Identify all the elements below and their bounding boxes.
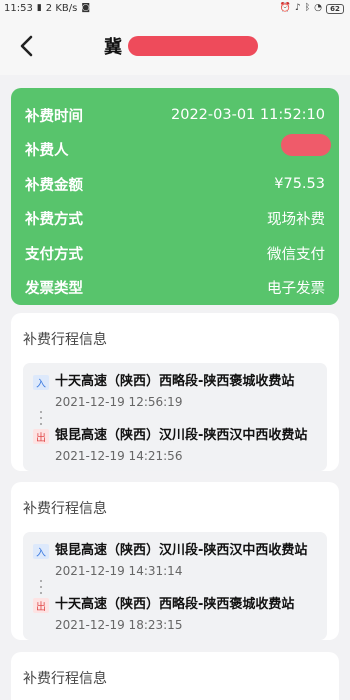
status-bar: 11:53 ▮ 2 KB/s ◙ ⏰ ♪ ᛒ ◔ 62 [0,0,350,17]
trip-route: 入 银昆高速（陕西）汉川段-陕西汉中西收费站 2021-12-19 14:31:… [23,532,327,640]
clock: 11:53 [4,3,33,14]
summary-row: 补费金额 ¥75.53 [25,167,325,202]
summary-row: 支付方式 微信支付 [25,236,325,271]
trip-card-title: 补费行程信息 [23,671,107,687]
trip-card-title: 补费行程信息 [23,501,107,517]
signal-icon: ▮ [36,3,42,13]
page-title: 冀 [104,37,123,58]
trip-card: 补费行程信息 [11,652,339,700]
summary-label: 补费方式 [25,212,83,229]
summary-value: 现场补费 [267,212,325,229]
exit-stop: 出 十天高速（陕西）西略段-陕西褒城收费站 2021-12-19 18:23:1… [33,596,317,632]
entry-tag: 入 [33,375,49,390]
station-time: 2021-12-19 12:56:19 [55,395,183,409]
station-time: 2021-12-19 18:23:15 [55,618,183,632]
summary-value: 电子发票 [267,281,325,298]
summary-row: 发票类型 电子发票 [25,271,325,306]
summary-label: 补费金额 [25,177,83,194]
trip-card: 补费行程信息 入 银昆高速（陕西）汉川段-陕西汉中西收费站 2021-12-19… [11,482,339,640]
summary-value: ¥75.53 [274,176,325,193]
station-time: 2021-12-19 14:31:14 [55,564,183,578]
alarm-icon: ⏰ [279,3,291,13]
summary-value: 2022-03-01 11:52:10 [171,107,325,124]
redaction-mark [128,36,258,56]
summary-label: 补费时间 [25,108,83,125]
route-dots [33,409,49,427]
entry-stop: 入 银昆高速（陕西）汉川段-陕西汉中西收费站 2021-12-19 14:31:… [33,542,317,578]
exit-tag: 出 [33,598,49,613]
station-name: 十天高速（陕西）西略段-陕西褒城收费站 [55,374,295,389]
back-button[interactable] [14,31,38,61]
station-name: 银昆高速（陕西）汉川段-陕西汉中西收费站 [55,543,308,558]
entry-tag: 入 [33,544,49,559]
station-time: 2021-12-19 14:21:56 [55,449,183,463]
summary-row: 补费方式 现场补费 [25,202,325,237]
redaction-mark [281,134,331,156]
network-speed: 2 KB/s [45,3,78,14]
exit-tag: 出 [33,429,49,444]
summary-label: 支付方式 [25,246,83,263]
mute-icon: ♪ [294,3,301,13]
summary-label: 补费人 [25,143,69,160]
trip-route: 入 十天高速（陕西）西略段-陕西褒城收费站 2021-12-19 12:56:1… [23,363,327,471]
chevron-left-icon [20,35,33,57]
notification-icon: ◙ [81,3,91,13]
summary-value: 微信支付 [267,246,325,263]
trip-card: 补费行程信息 入 十天高速（陕西）西略段-陕西褒城收费站 2021-12-19 … [11,313,339,471]
station-name: 银昆高速（陕西）汉川段-陕西汉中西收费站 [55,428,308,443]
summary-row: 补费时间 2022-03-01 11:52:10 [25,98,325,133]
entry-stop: 入 十天高速（陕西）西略段-陕西褒城收费站 2021-12-19 12:56:1… [33,373,317,409]
summary-row: 补费人 ¥ [25,133,325,168]
summary-label: 发票类型 [25,281,83,298]
bluetooth-icon: ᛒ [304,3,311,13]
route-dots [33,578,49,596]
exit-stop: 出 银昆高速（陕西）汉川段-陕西汉中西收费站 2021-12-19 14:21:… [33,427,317,463]
wifi-icon: ◔ [314,3,322,13]
trip-card-title: 补费行程信息 [23,332,107,348]
payment-summary-card: 补费时间 2022-03-01 11:52:10 补费人 ¥ 补费金额 ¥75.… [11,88,339,305]
station-name: 十天高速（陕西）西略段-陕西褒城收费站 [55,597,295,612]
battery-icon: 62 [326,3,344,14]
